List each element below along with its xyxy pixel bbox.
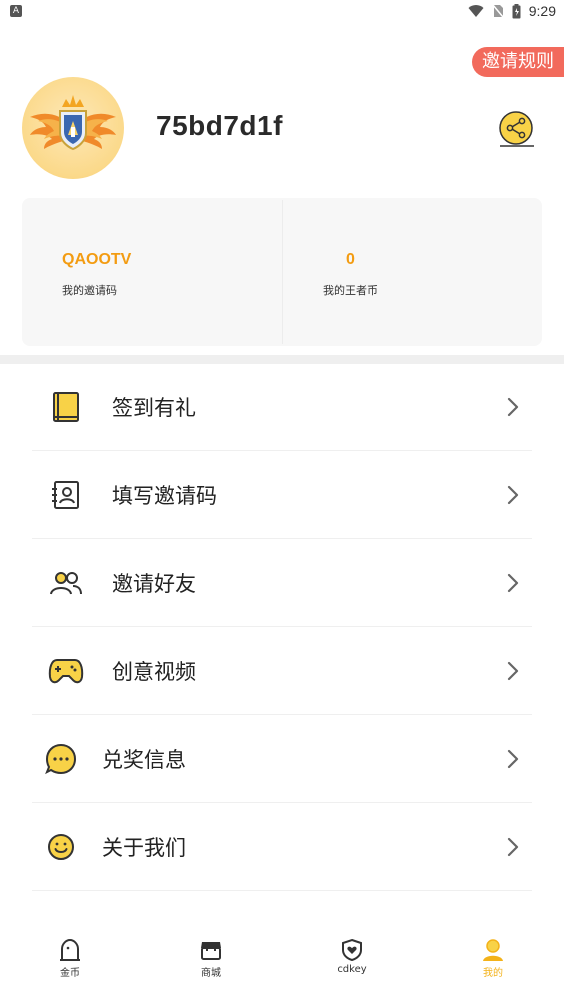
store-icon [201,942,221,960]
coins-label: 我的王者币 [323,284,378,297]
tab-coins[interactable]: 金币 [30,938,110,988]
invite-code-value[interactable]: QAOOTV [62,251,131,269]
menu-item-enter-invite-code[interactable]: 填写邀请码 [32,451,532,539]
tab-label-cdkey: cdkey [337,964,367,975]
menu-item-prize-info[interactable]: 兑奖信息 [32,715,532,803]
menu-label-invite-friends: 邀请好友 [112,571,196,596]
chevron-right-icon [507,749,519,768]
avatar[interactable] [22,77,124,179]
menu-item-about-us[interactable]: 关于我们 [32,803,532,891]
clock: 9:29 [528,3,556,19]
tab-label-mine: 我的 [483,968,503,979]
share-button[interactable] [496,110,538,150]
tab-label-store: 商城 [201,968,221,979]
book-icon [53,391,79,422]
bottom-tab-bar: 金币 商城 cdkey 我的 [0,930,564,1002]
shield-heart-icon [342,938,362,962]
chat-bubble-icon [45,743,77,774]
winged-shield-emblem-icon [30,95,116,151]
gamepad-icon [48,658,84,683]
users-icon [50,571,82,594]
notification-icon: A [10,5,22,17]
menu-label-creative-video: 创意视频 [112,659,196,684]
chevron-right-icon [507,485,519,504]
user-icon [483,939,503,961]
invite-code-label: 我的邀请码 [62,284,117,297]
status-icons: 9:29 [468,3,556,19]
stats-divider [282,200,283,344]
no-sim-icon [492,4,504,18]
tombstone-icon [60,938,80,961]
coins-value: 0 [346,251,355,268]
tab-label-coins: 金币 [60,968,80,979]
status-bar: A 9:29 [0,0,564,24]
username: 75bd7d1f [156,110,283,141]
chevron-right-icon [507,837,519,856]
tab-mine[interactable]: 我的 [453,938,533,988]
menu-label-prize-info: 兑奖信息 [102,747,186,772]
invite-rules-button[interactable]: 邀请规则 [472,47,564,77]
smiley-icon [48,833,74,860]
menu-label-about-us: 关于我们 [102,835,186,860]
tab-store[interactable]: 商城 [171,938,251,988]
menu-label-sign-in: 签到有礼 [112,395,196,420]
menu-item-sign-in[interactable]: 签到有礼 [32,363,532,451]
menu-label-enter-invite-code: 填写邀请码 [112,483,217,508]
chevron-right-icon [507,397,519,416]
menu-item-invite-friends[interactable]: 邀请好友 [32,539,532,627]
share-icon [499,111,534,147]
wifi-icon [468,5,484,18]
chevron-right-icon [507,573,519,592]
contact-card-icon [52,480,79,509]
menu-item-creative-video[interactable]: 创意视频 [32,627,532,715]
tab-cdkey[interactable]: cdkey [312,938,392,988]
chevron-right-icon [507,661,519,680]
battery-icon [512,3,521,18]
